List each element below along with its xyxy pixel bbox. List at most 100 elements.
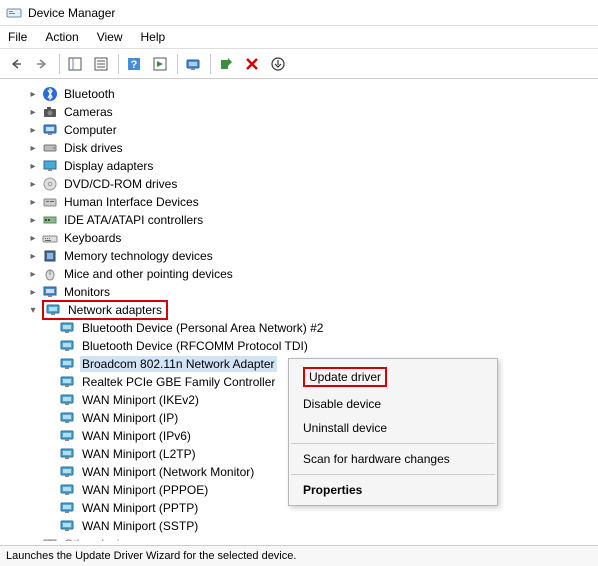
cd-icon — [42, 176, 58, 192]
network-adapter-icon — [60, 320, 76, 336]
toolbar-separator — [177, 54, 178, 74]
tree-item-other-devices[interactable]: ▾ ? Other devices — [8, 535, 598, 541]
tree-item[interactable]: ▸Bluetooth — [8, 85, 598, 103]
mouse-icon — [42, 266, 58, 282]
expand-arrow-icon[interactable]: ▸ — [26, 195, 40, 209]
keyboard-icon — [42, 230, 58, 246]
network-adapter-icon — [60, 446, 76, 462]
toolbar-separator — [118, 54, 119, 74]
network-adapter-icon — [60, 410, 76, 426]
expand-arrow-icon[interactable]: ▾ — [26, 303, 40, 317]
network-adapter-icon — [60, 500, 76, 516]
properties-button[interactable] — [89, 52, 113, 76]
enable-button[interactable] — [214, 52, 238, 76]
arrow-placeholder: ▸ — [44, 375, 58, 389]
window-title: Device Manager — [28, 6, 115, 20]
expand-arrow-icon[interactable]: ▸ — [26, 123, 40, 137]
arrow-placeholder: ▸ — [44, 411, 58, 425]
tree-item[interactable]: ▸Computer — [8, 121, 598, 139]
tree-label: WAN Miniport (SSTP) — [80, 518, 200, 534]
tree-item[interactable]: ▸ Display adapters — [8, 157, 598, 175]
expand-arrow-icon[interactable]: ▸ — [26, 267, 40, 281]
tree-label: Bluetooth Device (Personal Area Network)… — [80, 320, 325, 336]
tree-label: WAN Miniport (IPv6) — [80, 428, 193, 444]
toolbar-separator — [59, 54, 60, 74]
menu-help[interactable]: Help — [141, 30, 166, 44]
status-text: Launches the Update Driver Wizard for th… — [6, 550, 296, 562]
tree-label: Disk drives — [62, 140, 125, 156]
tree-label: Cameras — [62, 104, 115, 120]
expand-arrow-icon[interactable]: ▸ — [26, 249, 40, 263]
arrow-placeholder: ▸ — [44, 357, 58, 371]
tree-item[interactable]: ▸ Disk drives — [8, 139, 598, 157]
menu-action[interactable]: Action — [45, 30, 78, 44]
ide-icon — [42, 212, 58, 228]
expand-arrow-icon[interactable]: ▸ — [26, 231, 40, 245]
show-hide-button[interactable] — [63, 52, 87, 76]
tree-label: Display adapters — [62, 158, 155, 174]
expand-arrow-icon[interactable]: ▸ — [26, 105, 40, 119]
menu-view[interactable]: View — [97, 30, 123, 44]
ctx-uninstall-device[interactable]: Uninstall device — [289, 416, 497, 440]
network-adapter-icon — [60, 518, 76, 534]
tree-label: WAN Miniport (PPPOE) — [80, 482, 210, 498]
ctx-disable-device[interactable]: Disable device — [289, 392, 497, 416]
expand-arrow-icon[interactable]: ▸ — [26, 177, 40, 191]
tree-label: Mice and other pointing devices — [62, 266, 235, 282]
tree-label: Monitors — [62, 284, 112, 300]
tree-item[interactable]: ▸ Mice and other pointing devices — [8, 265, 598, 283]
highlight-box: Network adapters — [42, 300, 168, 320]
tree-label: WAN Miniport (IP) — [80, 410, 180, 426]
tree-item[interactable]: ▸ Monitors — [8, 283, 598, 301]
forward-button[interactable] — [30, 52, 54, 76]
tree-item[interactable]: ▸ Cameras — [8, 103, 598, 121]
back-button[interactable] — [4, 52, 28, 76]
tree-label: DVD/CD-ROM drives — [62, 176, 179, 192]
tree-item[interactable]: ▸Memory technology devices — [8, 247, 598, 265]
expand-arrow-icon[interactable]: ▸ — [26, 87, 40, 101]
ctx-separator — [291, 474, 495, 475]
expand-arrow-icon[interactable]: ▸ — [26, 159, 40, 173]
expand-arrow-icon[interactable]: ▾ — [26, 537, 40, 541]
network-icon — [46, 302, 62, 318]
tree-label: WAN Miniport (L2TP) — [80, 446, 198, 462]
tree-item-network-child[interactable]: ▸ WAN Miniport (SSTP) — [8, 517, 598, 535]
tree-label: Keyboards — [62, 230, 123, 246]
tree-item-network-child[interactable]: ▸Bluetooth Device (RFCOMM Protocol TDI) — [8, 337, 598, 355]
tree-item[interactable]: ▸ Human Interface Devices — [8, 193, 598, 211]
ctx-scan-hardware[interactable]: Scan for hardware changes — [289, 447, 497, 471]
menu-file[interactable]: File — [8, 30, 27, 44]
scan-hardware-button[interactable] — [181, 52, 205, 76]
svg-text:?: ? — [47, 539, 52, 541]
expand-arrow-icon[interactable]: ▸ — [26, 213, 40, 227]
tree-label: Broadcom 802.11n Network Adapter — [80, 356, 277, 372]
bluetooth-icon — [42, 86, 58, 102]
network-adapter-icon — [60, 356, 76, 372]
arrow-placeholder: ▸ — [44, 465, 58, 479]
expand-arrow-icon[interactable]: ▸ — [26, 285, 40, 299]
tree-label: WAN Miniport (Network Monitor) — [80, 464, 256, 480]
help-button[interactable]: ? — [122, 52, 146, 76]
action-button[interactable] — [148, 52, 172, 76]
arrow-placeholder: ▸ — [44, 501, 58, 515]
tree-item[interactable]: ▸ DVD/CD-ROM drives — [8, 175, 598, 193]
tree-item-network-adapters[interactable]: ▾ Network adapters — [8, 301, 598, 319]
update-driver-button[interactable] — [266, 52, 290, 76]
arrow-placeholder: ▸ — [44, 339, 58, 353]
ctx-properties[interactable]: Properties — [289, 478, 497, 502]
ctx-label: Update driver — [309, 370, 381, 384]
other-icon: ? — [42, 536, 58, 541]
tree-item[interactable]: ▸IDE ATA/ATAPI controllers — [8, 211, 598, 229]
ctx-update-driver[interactable]: Update driver — [289, 362, 497, 392]
arrow-placeholder: ▸ — [44, 519, 58, 533]
arrow-placeholder: ▸ — [44, 393, 58, 407]
toolbar-separator — [210, 54, 211, 74]
tree-label: Network adapters — [66, 302, 164, 318]
uninstall-button[interactable] — [240, 52, 264, 76]
expand-arrow-icon[interactable]: ▸ — [26, 141, 40, 155]
disk-icon — [42, 140, 58, 156]
tree-item-network-child[interactable]: ▸Bluetooth Device (Personal Area Network… — [8, 319, 598, 337]
tree-item[interactable]: ▸ Keyboards — [8, 229, 598, 247]
tree-label: Human Interface Devices — [62, 194, 201, 210]
highlight-box: Update driver — [303, 367, 387, 387]
